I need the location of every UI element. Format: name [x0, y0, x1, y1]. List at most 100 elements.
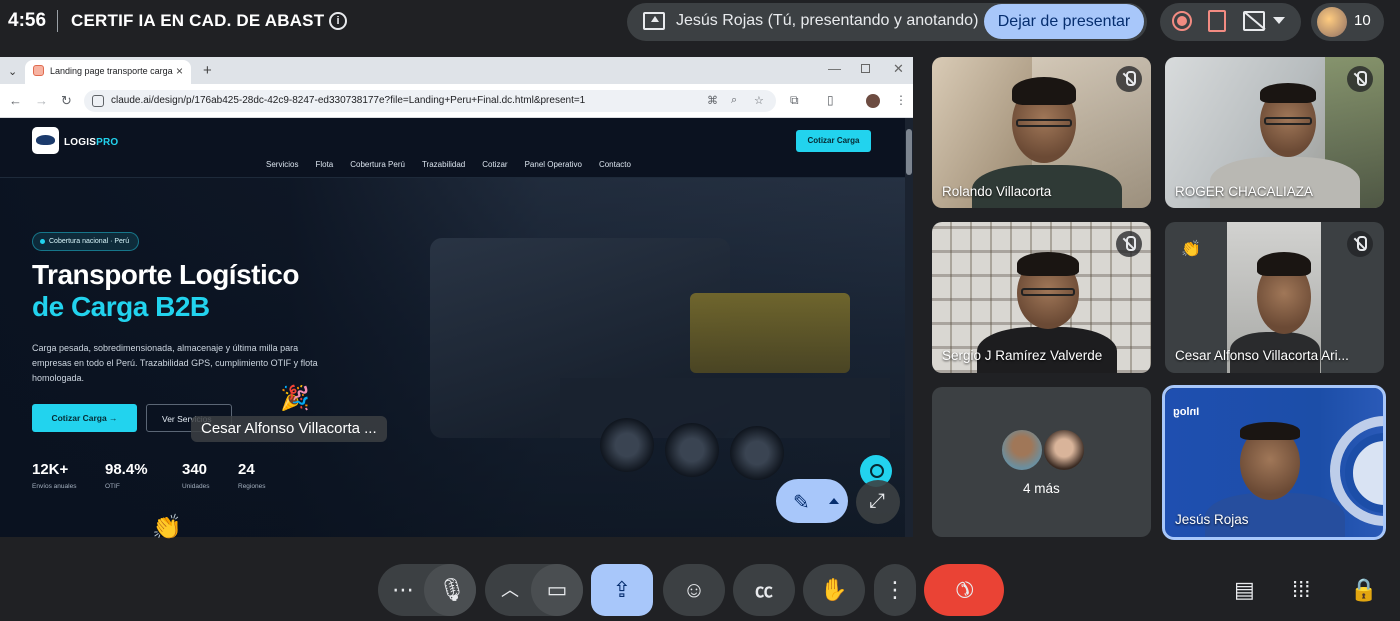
- badge-dot-icon: [40, 239, 45, 244]
- window-close-icon[interactable]: ✕: [893, 61, 904, 77]
- activities-icon[interactable]: ⁞⁞⁞: [1292, 577, 1310, 603]
- logo-accent: PRO: [96, 137, 119, 148]
- hero-headline-accent: de Carga B2B: [32, 291, 210, 322]
- nav-link-cobertura[interactable]: Cobertura Perú: [350, 160, 405, 169]
- participant-name: Rolando Villacorta: [942, 184, 1052, 199]
- present-screen-icon: [643, 12, 665, 30]
- stat-value: 98.4%: [105, 461, 148, 478]
- website-page: LOGISPRO Cotizar Carga Servicios Flota C…: [0, 118, 905, 537]
- participant-count: 10: [1354, 12, 1371, 29]
- notes-icon[interactable]: [1208, 10, 1226, 32]
- present-screen-icon: ⇪: [612, 577, 632, 602]
- record-icon[interactable]: [1172, 11, 1192, 31]
- mic-off-icon: [1116, 231, 1142, 257]
- menu-icon[interactable]: ⋮: [895, 93, 907, 107]
- hand-icon: ✋: [820, 577, 848, 602]
- favicon-icon: [33, 65, 44, 76]
- participant-name: Jesús Rojas: [1175, 512, 1249, 527]
- tab-title: Landing page transporte carga: [50, 66, 173, 76]
- hero-description: Carga pesada, sobredimensionada, almacen…: [32, 343, 318, 383]
- stat-label: Regiones: [238, 483, 266, 490]
- info-icon[interactable]: i: [329, 12, 347, 30]
- hero-headline: Transporte Logístico: [32, 259, 299, 290]
- glasses-icon: [1264, 117, 1312, 125]
- captions-icon: ㏄: [755, 581, 773, 601]
- forward-icon[interactable]: →: [35, 93, 48, 108]
- chevron-down-icon[interactable]: [1273, 17, 1285, 24]
- stat-value: 12K+: [32, 461, 69, 478]
- no-captions-icon[interactable]: [1243, 11, 1265, 31]
- coverage-badge: Cobertura nacional · Perú: [32, 232, 140, 251]
- close-icon[interactable]: ×: [176, 64, 183, 78]
- participant-hair: [1257, 252, 1311, 276]
- truck-logo-icon: [36, 135, 55, 145]
- scrollbar-thumb[interactable]: [906, 129, 912, 175]
- minimize-icon[interactable]: —: [828, 61, 841, 76]
- stat-label: Unidades: [182, 483, 210, 490]
- clapping-hands-icon: 👏: [152, 514, 182, 541]
- participant-name: ROGER CHACALIAZA: [1175, 184, 1314, 199]
- participant-name: Sergio J Ramírez Valverde: [942, 348, 1103, 363]
- url-text: claude.ai/design/p/176ab425-28dc-42c9-82…: [111, 95, 586, 106]
- top-bar: 4:56 CERTIF IA EN CAD. DE ABAST i Jesús …: [0, 0, 1400, 44]
- logo-main: LOGIS: [64, 137, 97, 148]
- tab-search-icon[interactable]: ⌄: [8, 65, 17, 78]
- participant-name: Cesar Alfonso Villacorta Ari...: [1175, 348, 1349, 363]
- participant-hair: [1012, 77, 1076, 105]
- reading-mode-icon[interactable]: ▯: [827, 93, 834, 107]
- presenting-status: Jesús Rojas (Tú, presentando y anotando): [676, 12, 979, 29]
- participant-body: [1210, 157, 1360, 208]
- maximize-icon[interactable]: [861, 64, 870, 73]
- more-audio-options-icon[interactable]: ⋯: [392, 577, 414, 603]
- participant-hair: [1260, 83, 1316, 103]
- site-nav-links: Servicios Flota Cobertura Perú Trazabili…: [266, 160, 648, 169]
- stat-label: OTIF: [105, 483, 120, 490]
- nav-quote-button[interactable]: Cotizar Carga: [796, 130, 871, 152]
- shared-screen: ⌄ Landing page transporte carga × + — ✕ …: [0, 57, 913, 537]
- extensions-icon[interactable]: ⧉: [790, 93, 799, 108]
- participant-avatar: [1000, 428, 1044, 472]
- nav-link-contacto[interactable]: Contacto: [599, 160, 631, 169]
- nav-link-panel[interactable]: Panel Operativo: [525, 160, 582, 169]
- chevron-up-icon[interactable]: ︿: [500, 576, 520, 602]
- new-tab-icon[interactable]: +: [203, 62, 212, 79]
- site-navbar: [0, 118, 905, 178]
- translate-icon[interactable]: ⌘: [707, 94, 718, 107]
- expand-icon: ⤢: [869, 490, 885, 512]
- hero-quote-button[interactable]: Cotizar Carga →: [32, 404, 137, 432]
- mic-off-icon: [1347, 231, 1373, 257]
- profile-avatar[interactable]: [866, 94, 880, 108]
- more-participants-tile[interactable]: [932, 387, 1151, 537]
- back-icon[interactable]: ←: [9, 93, 22, 108]
- meeting-title: CERTIF IA EN CAD. DE ABAST: [71, 11, 325, 30]
- chat-icon[interactable]: ▤: [1234, 577, 1255, 603]
- participant-avatar: [1042, 428, 1086, 472]
- stop-presenting-button[interactable]: Dejar de presentar: [984, 4, 1144, 39]
- participant-hair: [1017, 252, 1079, 276]
- glasses-icon: [1021, 288, 1075, 296]
- microphone-icon: 🎙: [438, 577, 466, 602]
- raised-hand-icon: 👏: [1181, 241, 1201, 258]
- site-info-icon[interactable]: [92, 95, 104, 107]
- site-logo-text[interactable]: LOGISPRO: [64, 137, 118, 148]
- bookmark-star-icon[interactable]: ☆: [754, 94, 764, 107]
- reaction-name-label: Cesar Alfonso Villacorta ...: [191, 416, 387, 442]
- more-vert-icon: ⋮: [884, 577, 906, 602]
- host-controls-icon[interactable]: 🔒: [1350, 577, 1377, 603]
- mic-off-icon: [1116, 66, 1142, 92]
- stat-label: Envíos anuales: [32, 483, 77, 490]
- nav-link-servicios[interactable]: Servicios: [266, 160, 298, 169]
- page-scrollbar[interactable]: [905, 118, 913, 537]
- reload-icon[interactable]: ↻: [61, 93, 72, 109]
- meeting-clock: 4:56: [8, 10, 47, 31]
- nav-link-flota[interactable]: Flota: [315, 160, 333, 169]
- party-popper-icon: 🎉: [280, 385, 310, 412]
- zoom-icon[interactable]: ⌕: [731, 94, 737, 107]
- nav-link-trazabilidad[interactable]: Trazabilidad: [422, 160, 465, 169]
- annotate-pen-icon: ✎: [793, 492, 810, 514]
- chevron-up-icon[interactable]: [829, 498, 839, 504]
- nav-link-cotizar[interactable]: Cotizar: [482, 160, 507, 169]
- participant-avatar: [1317, 7, 1347, 37]
- stat-value: 24: [238, 461, 255, 478]
- emoji-icon: ☺: [682, 577, 706, 602]
